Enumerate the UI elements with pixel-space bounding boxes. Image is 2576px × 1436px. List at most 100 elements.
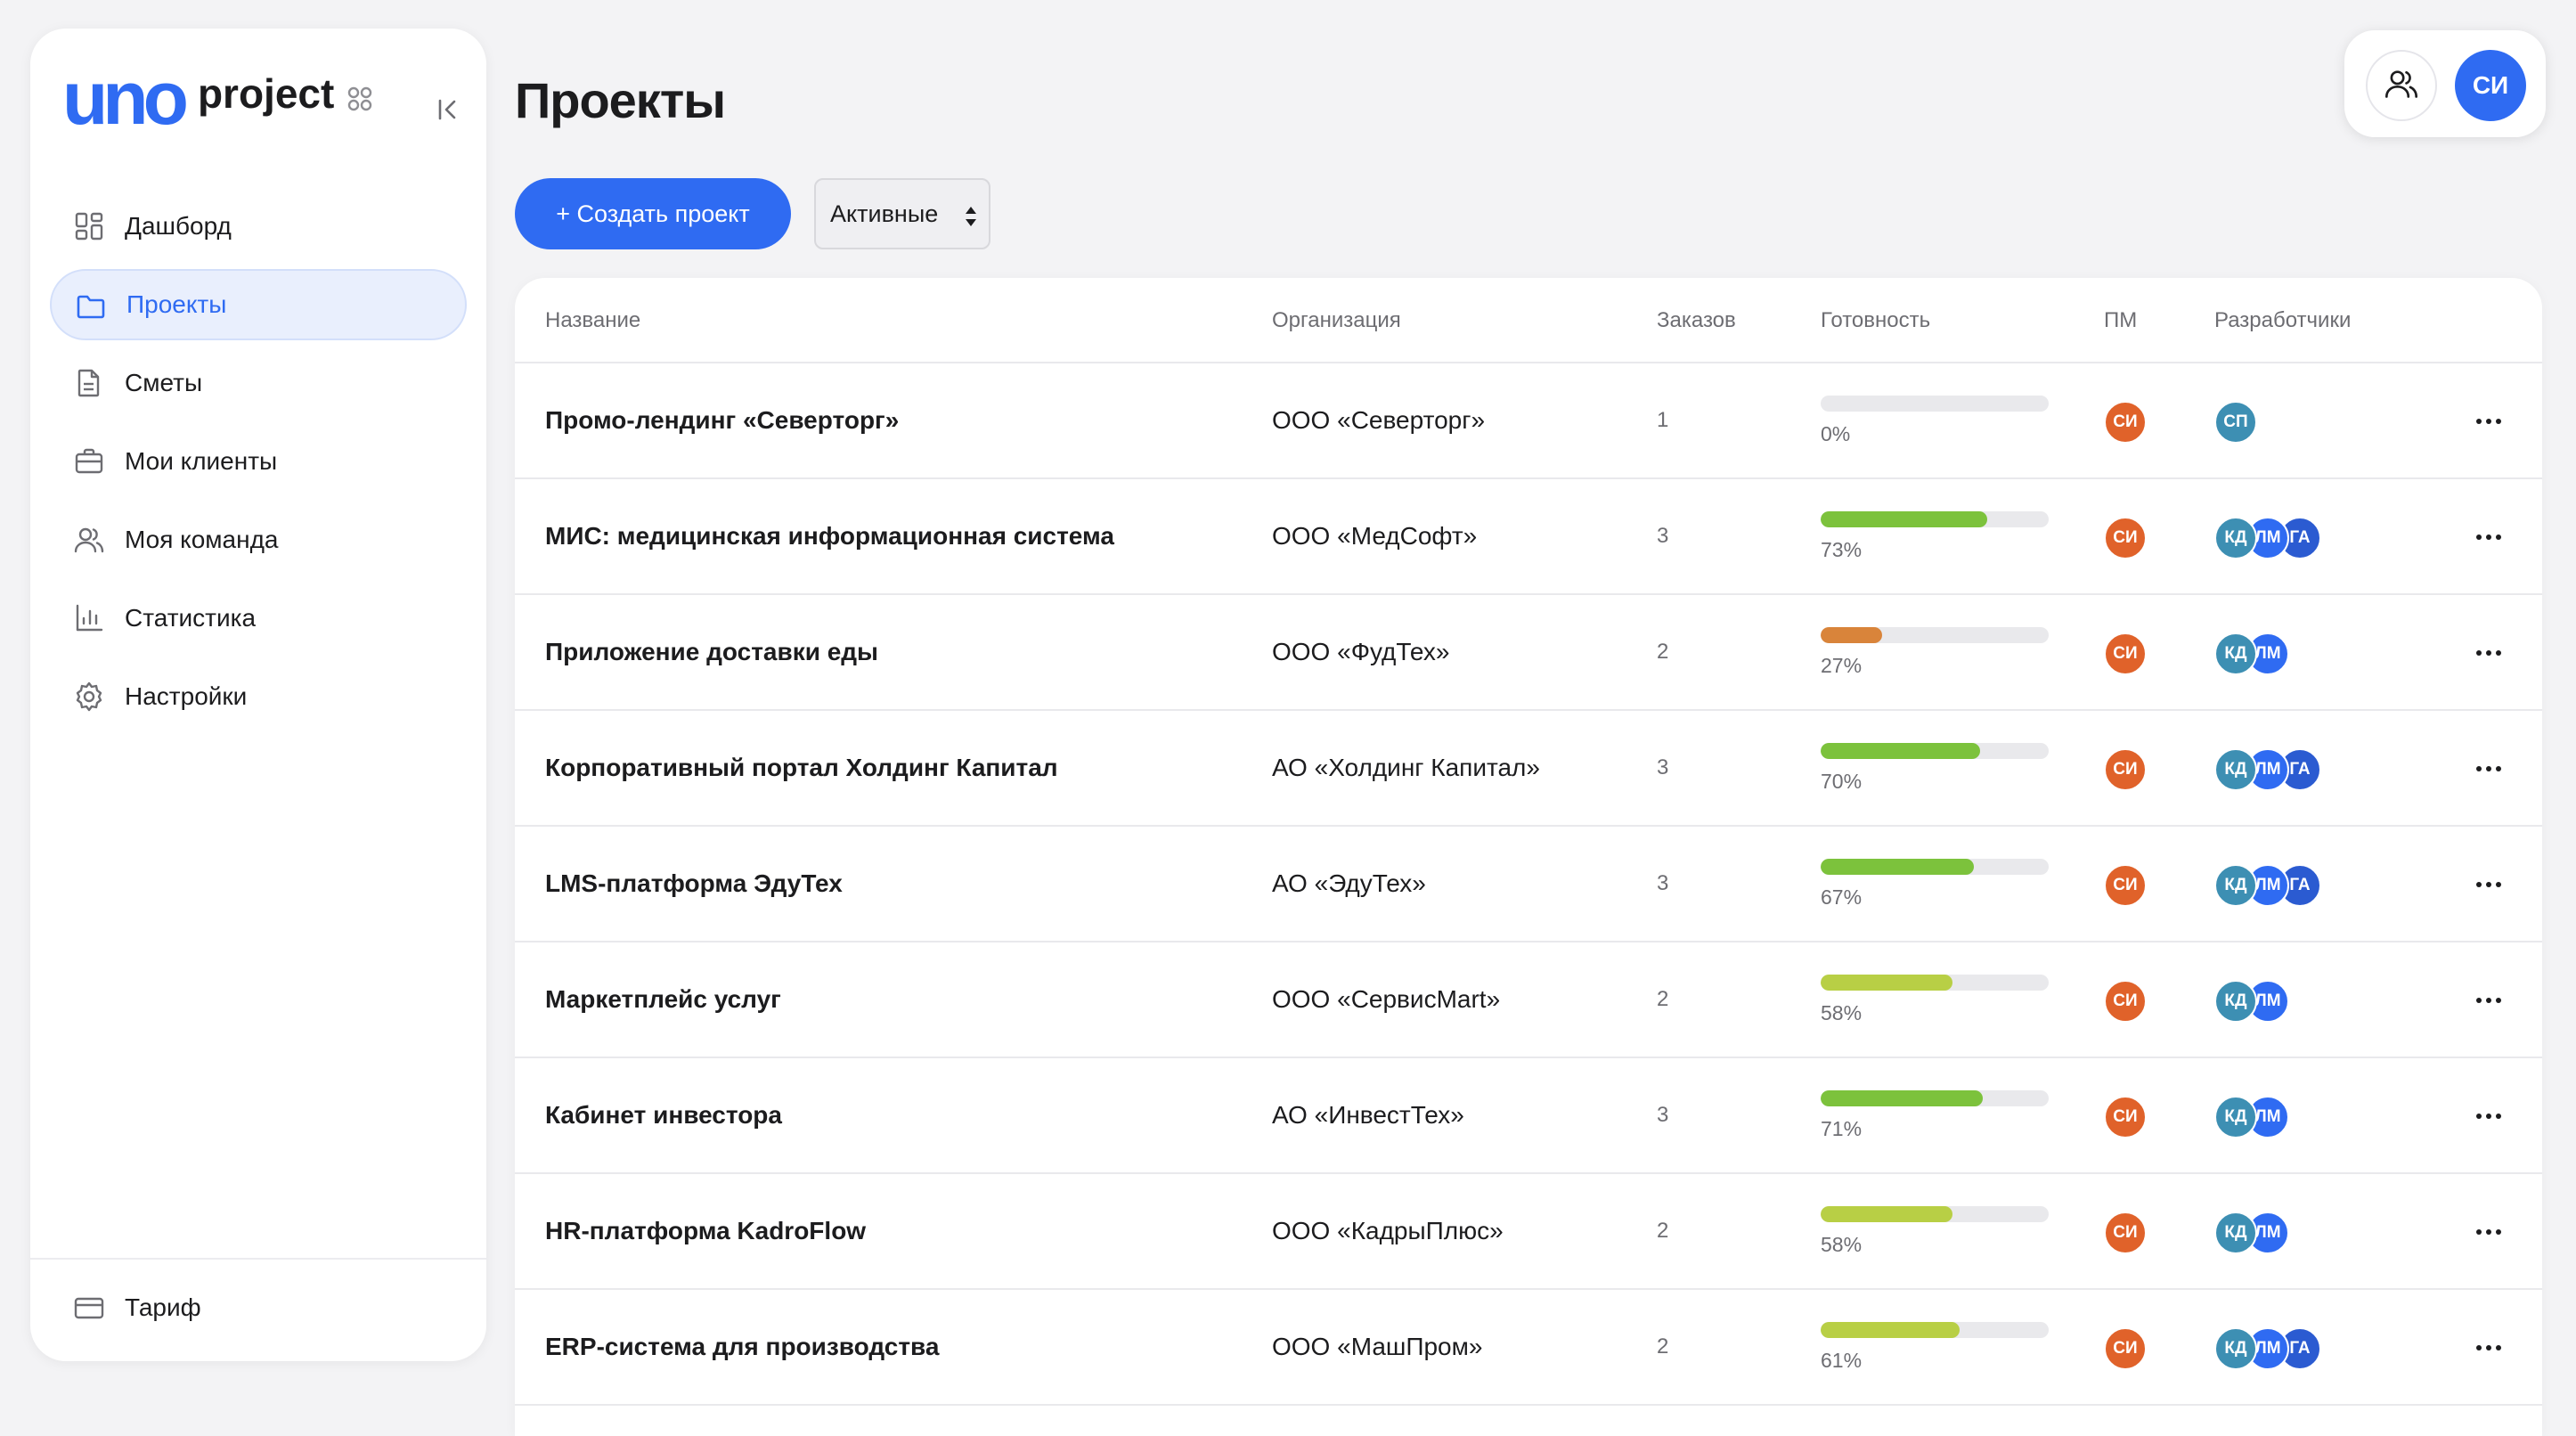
- sidebar-item-projects[interactable]: Проекты: [50, 269, 467, 340]
- progress-indicator: 61%: [1821, 1322, 2049, 1373]
- progress-bar: [1821, 859, 2049, 875]
- row-more-icon[interactable]: [2471, 408, 2507, 435]
- developer-avatar[interactable]: СП: [2214, 401, 2257, 444]
- row-more-icon[interactable]: [2471, 755, 2507, 782]
- developers-cell: КД ЛМ ГА: [2214, 748, 2321, 791]
- column-header-org[interactable]: Организация: [1272, 308, 1401, 333]
- table-row[interactable]: LMS-платформа ЭдуТех АО «ЭдуТех» 3 67% СИ КД Л…: [515, 827, 2542, 942]
- developer-avatar[interactable]: КД: [2214, 980, 2257, 1023]
- row-more-icon[interactable]: [2471, 871, 2507, 898]
- project-name[interactable]: HR-платформа KadroFlow: [545, 1217, 866, 1245]
- table-row[interactable]: ERP-система для производства ООО «МашПром…: [515, 1290, 2542, 1406]
- pm-avatar[interactable]: СИ: [2104, 1212, 2147, 1254]
- row-more-icon[interactable]: [2471, 987, 2507, 1014]
- pm-avatar[interactable]: СИ: [2104, 401, 2147, 444]
- sidebar: uno project Дашборд Проекты Сметы Мои кл…: [30, 29, 486, 1361]
- row-more-icon[interactable]: [2471, 1334, 2507, 1361]
- developer-avatar[interactable]: КД: [2214, 632, 2257, 675]
- project-name[interactable]: ERP-система для производства: [545, 1333, 939, 1361]
- progress-bar: [1821, 1090, 2049, 1106]
- progress-bar-fill: [1821, 1090, 1983, 1106]
- pm-cell: СИ: [2104, 980, 2147, 1023]
- apps-grid-icon: [346, 86, 373, 117]
- project-name[interactable]: Корпоративный портал Холдинг Капитал: [545, 754, 1058, 782]
- progress-bar: [1821, 975, 2049, 991]
- sidebar-item-dashboard[interactable]: Дашборд: [50, 191, 467, 262]
- pm-avatar[interactable]: СИ: [2104, 864, 2147, 907]
- sidebar-item-settings[interactable]: Настройки: [50, 661, 467, 732]
- create-project-button[interactable]: + Создать проект: [515, 178, 791, 249]
- users-icon: [2384, 66, 2419, 106]
- sidebar-nav: Дашборд Проекты Сметы Мои клиенты Моя ко…: [50, 191, 467, 739]
- row-more-icon[interactable]: [2471, 1103, 2507, 1130]
- pm-avatar[interactable]: СИ: [2104, 1096, 2147, 1138]
- table-row[interactable]: Корпоративный портал Холдинг Капитал АО «…: [515, 711, 2542, 827]
- sidebar-item-label: Тариф: [125, 1293, 201, 1321]
- pm-avatar[interactable]: СИ: [2104, 1327, 2147, 1370]
- progress-bar: [1821, 396, 2049, 412]
- project-name[interactable]: LMS-платформа ЭдуТех: [545, 869, 843, 898]
- table-row[interactable]: Кабинет инвестора АО «ИнвестТех» 3 71% СИ КД Л…: [515, 1058, 2542, 1174]
- table-row[interactable]: HR-платформа KadroFlow ООО «КадрыПлюс» 2 58…: [515, 1174, 2542, 1290]
- table-row[interactable]: Приложение доставки еды ООО «ФудТех» 2 27% С…: [515, 595, 2542, 711]
- row-more-icon[interactable]: [2471, 1219, 2507, 1245]
- progress-indicator: 58%: [1821, 1206, 2049, 1257]
- document-icon: [73, 367, 105, 399]
- sidebar-item-label: Статистика: [125, 604, 257, 632]
- pm-avatar[interactable]: СИ: [2104, 517, 2147, 559]
- progress-label: 27%: [1821, 654, 1863, 677]
- row-more-icon[interactable]: [2471, 640, 2507, 666]
- project-name[interactable]: Кабинет инвестора: [545, 1101, 782, 1130]
- sidebar-item-tariff[interactable]: Тариф: [50, 1272, 467, 1343]
- collapse-sidebar-icon[interactable]: [433, 94, 463, 125]
- progress-label: 61%: [1821, 1349, 1863, 1372]
- user-avatar[interactable]: СИ: [2455, 50, 2526, 121]
- project-name[interactable]: Промо-лендинг «Северторг»: [545, 406, 899, 435]
- developer-avatar[interactable]: КД: [2214, 1096, 2257, 1138]
- project-name[interactable]: МИС: медицинская информационная система: [545, 522, 1114, 551]
- column-header-pm[interactable]: ПМ: [2104, 308, 2137, 333]
- developers-cell: КД ЛМ: [2214, 1212, 2289, 1254]
- sidebar-item-label: Проекты: [126, 290, 227, 318]
- pm-avatar[interactable]: СИ: [2104, 748, 2147, 791]
- sidebar-item-team[interactable]: Моя команда: [50, 504, 467, 575]
- pm-cell: СИ: [2104, 1212, 2147, 1254]
- progress-indicator: 73%: [1821, 511, 2049, 562]
- developers-cell: СП: [2214, 401, 2257, 444]
- pm-avatar[interactable]: СИ: [2104, 632, 2147, 675]
- table-row[interactable]: МИС: медицинская информационная система О…: [515, 479, 2542, 595]
- column-header-progress[interactable]: Готовность: [1821, 308, 1930, 333]
- team-button[interactable]: [2366, 50, 2437, 121]
- select-arrows-icon: [964, 205, 978, 228]
- developer-avatar[interactable]: КД: [2214, 864, 2257, 907]
- progress-bar-fill: [1821, 627, 1883, 643]
- sidebar-item-clients[interactable]: Мои клиенты: [50, 426, 467, 497]
- project-name[interactable]: Приложение доставки еды: [545, 638, 878, 666]
- developer-avatar[interactable]: КД: [2214, 1212, 2257, 1254]
- table-row[interactable]: Маркетплейс услуг ООО «СервисMart» 2 58% СИ К…: [515, 942, 2542, 1058]
- orders-count: 2: [1657, 1334, 1669, 1358]
- progress-indicator: 58%: [1821, 975, 2049, 1025]
- row-more-icon[interactable]: [2471, 524, 2507, 551]
- project-name[interactable]: Маркетплейс услуг: [545, 985, 781, 1014]
- pm-avatar[interactable]: СИ: [2104, 980, 2147, 1023]
- orders-count: 3: [1657, 755, 1669, 779]
- column-header-name[interactable]: Название: [545, 308, 640, 333]
- column-header-orders[interactable]: Заказов: [1657, 308, 1736, 333]
- brand-logo[interactable]: uno project: [62, 53, 373, 143]
- orders-count: 2: [1657, 1219, 1669, 1243]
- table-row[interactable]: Промо-лендинг «Северторг» ООО «Северторг»…: [515, 363, 2542, 479]
- dashboard-icon: [73, 210, 105, 242]
- progress-bar-fill: [1821, 859, 1974, 875]
- orders-count: 3: [1657, 524, 1669, 548]
- sidebar-item-label: Сметы: [125, 369, 203, 396]
- sidebar-item-estimates[interactable]: Сметы: [50, 347, 467, 419]
- sidebar-item-stats[interactable]: Статистика: [50, 583, 467, 654]
- developer-avatar[interactable]: КД: [2214, 517, 2257, 559]
- page-title: Проекты: [515, 72, 726, 128]
- column-header-devs[interactable]: Разработчики: [2214, 308, 2351, 333]
- developer-avatar[interactable]: КД: [2214, 1327, 2257, 1370]
- status-filter-select[interactable]: Активные: [814, 178, 990, 249]
- developer-avatar[interactable]: КД: [2214, 748, 2257, 791]
- sidebar-divider: [30, 1258, 486, 1260]
